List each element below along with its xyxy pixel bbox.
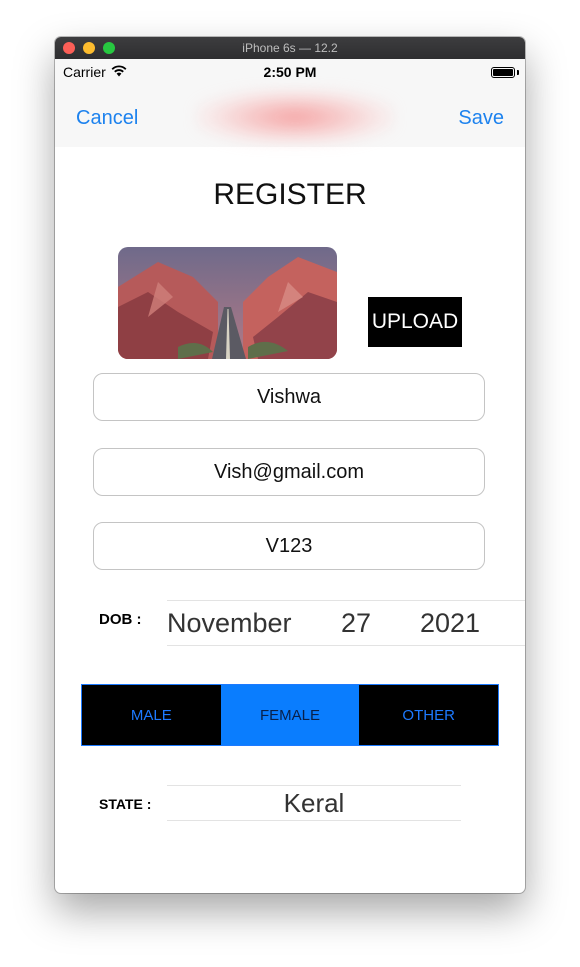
state-value[interactable]: Keral <box>167 788 461 819</box>
close-button[interactable] <box>63 42 75 54</box>
window-controls <box>63 42 115 54</box>
save-button[interactable]: Save <box>458 107 504 130</box>
gender-other-segment[interactable]: OTHER <box>359 685 498 745</box>
window-title: iPhone 6s — 12.2 <box>242 41 338 55</box>
dob-year[interactable]: 2021 <box>420 608 480 639</box>
battery-icon <box>491 67 515 78</box>
minimize-button[interactable] <box>83 42 95 54</box>
zoom-button[interactable] <box>103 42 115 54</box>
password-field[interactable]: V123 <box>93 522 485 570</box>
upload-button[interactable]: UPLOAD <box>368 297 462 347</box>
dob-day[interactable]: 27 <box>341 608 371 639</box>
name-field[interactable]: Vishwa <box>93 373 485 421</box>
dob-label: DOB : <box>99 611 142 628</box>
status-bar: Carrier 2:50 PM <box>55 59 525 85</box>
status-time: 2:50 PM <box>263 64 317 80</box>
state-label: STATE : <box>99 796 152 812</box>
simulator-window: iPhone 6s — 12.2 Carrier 2:50 PM Cancel … <box>55 37 525 893</box>
email-field[interactable]: Vish@gmail.com <box>93 448 485 496</box>
gender-male-segment[interactable]: MALE <box>82 685 221 745</box>
page-title: REGISTER <box>213 178 367 211</box>
profile-photo <box>118 247 337 359</box>
state-picker[interactable]: Keral <box>167 785 461 821</box>
cancel-button[interactable]: Cancel <box>76 107 138 130</box>
gender-female-segment[interactable]: FEMALE <box>220 685 360 745</box>
dob-month[interactable]: November <box>167 608 292 639</box>
navigation-bar: Cancel Save <box>55 85 525 147</box>
title-bar: iPhone 6s — 12.2 <box>55 37 525 59</box>
gender-segmented-control[interactable]: MALE FEMALE OTHER <box>81 684 499 746</box>
nav-title-blur <box>195 89 395 145</box>
battery-tip <box>517 70 519 75</box>
dob-picker[interactable]: November 27 2021 <box>167 600 525 646</box>
